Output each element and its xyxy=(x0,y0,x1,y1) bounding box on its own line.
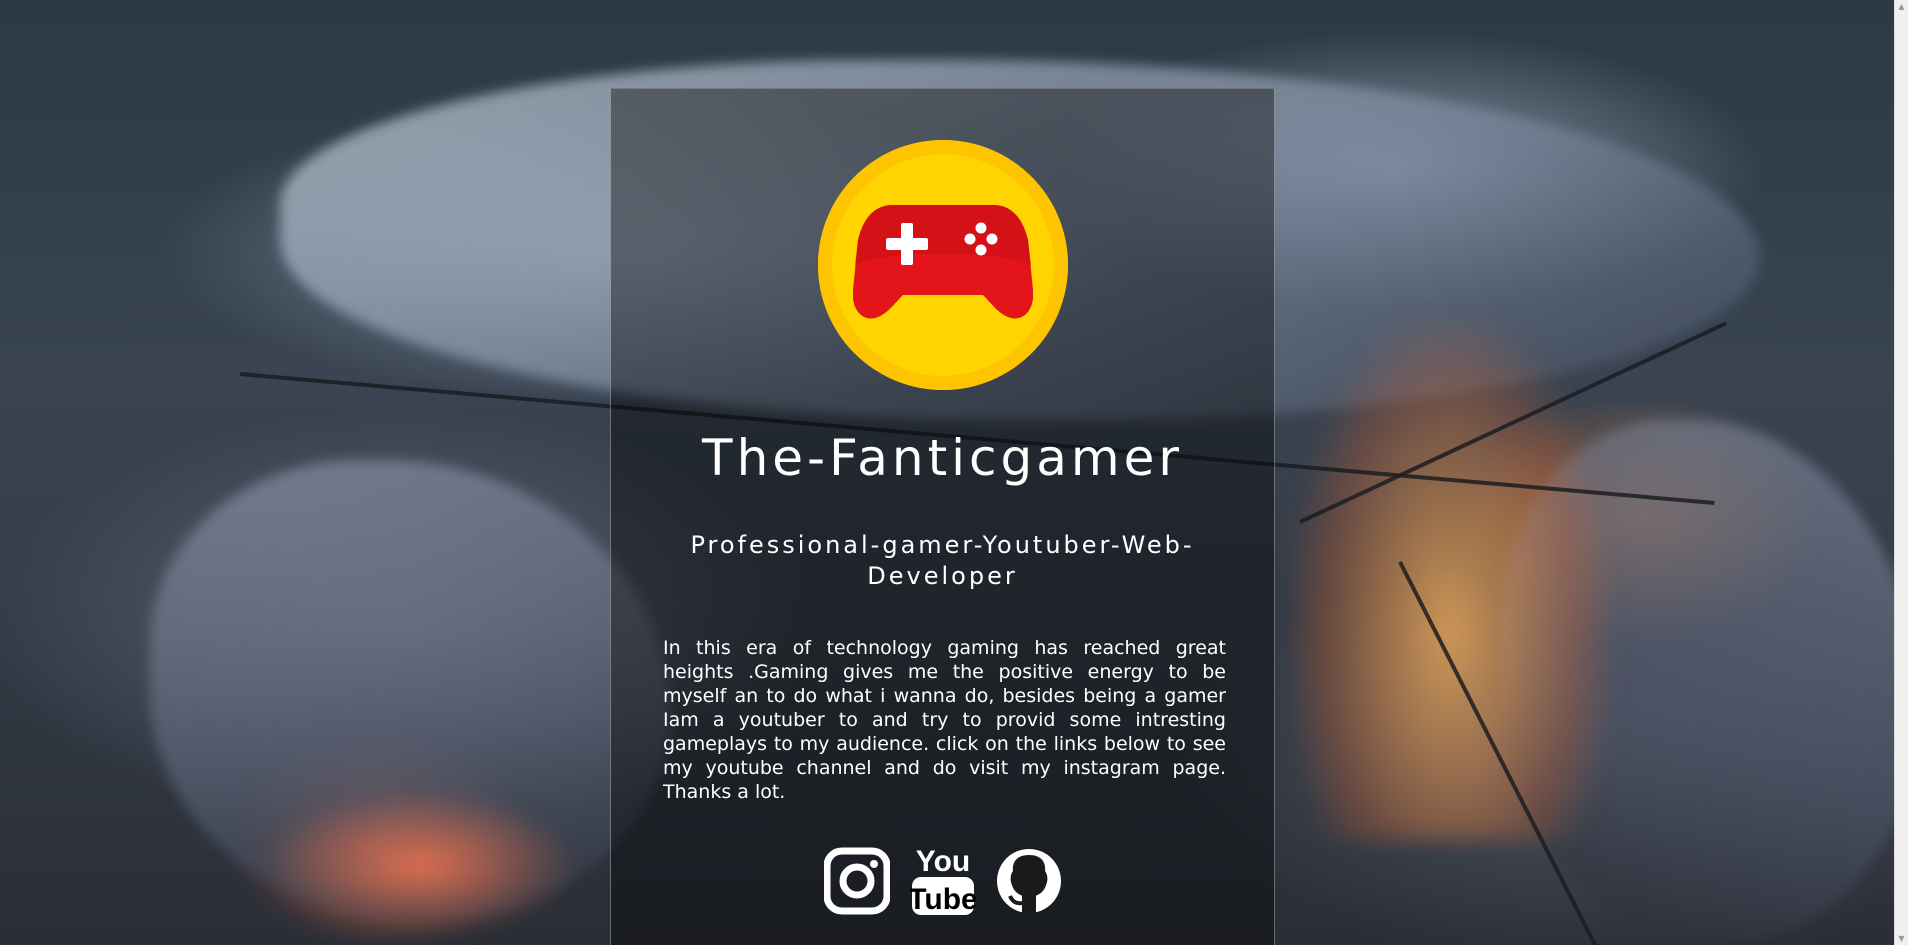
ember-glow-background xyxy=(260,790,580,940)
youtube-link[interactable]: You Tube xyxy=(910,841,976,917)
scroll-down-icon[interactable]: ▼ xyxy=(1895,932,1908,945)
bio-paragraph: In this era of technology gaming has rea… xyxy=(663,637,1226,803)
page-background: The-Fanticgamer Professional-gamer-Youtu… xyxy=(0,0,1908,945)
instagram-link[interactable] xyxy=(823,841,890,917)
gamepad-logo xyxy=(818,140,1068,390)
youtube-icon: You Tube xyxy=(910,845,976,916)
social-links: You Tube xyxy=(611,841,1274,917)
site-title: The-Fanticgamer xyxy=(702,429,1183,487)
github-link[interactable] xyxy=(996,841,1062,917)
youtube-tube-text: Tube xyxy=(910,883,976,916)
scroll-up-icon[interactable]: ▲ xyxy=(1895,0,1908,13)
vertical-scrollbar[interactable]: ▲ ▼ xyxy=(1894,0,1908,945)
youtube-you-text: You xyxy=(915,845,969,878)
gamepad-icon xyxy=(853,205,1033,319)
tagline: Professional-gamer-Youtuber-Web-Develope… xyxy=(690,531,1195,590)
github-icon xyxy=(996,849,1061,913)
profile-card: The-Fanticgamer Professional-gamer-Youtu… xyxy=(610,88,1275,945)
instagram-icon xyxy=(823,847,890,915)
